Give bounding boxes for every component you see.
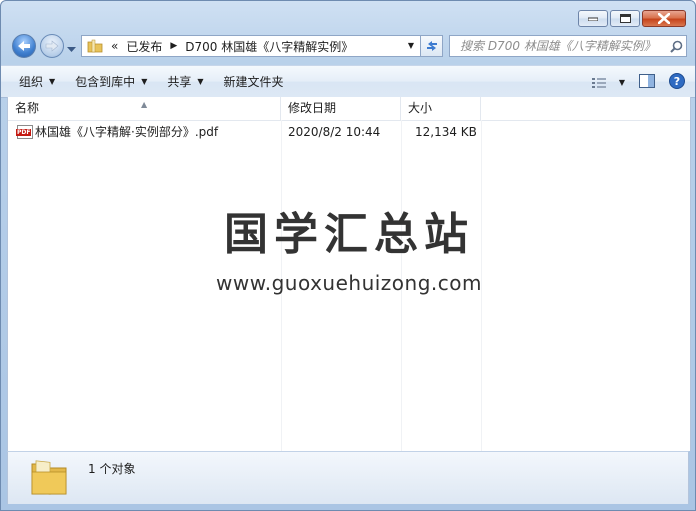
column-header-name-label: 名称	[15, 101, 40, 115]
preview-pane-icon	[639, 74, 655, 88]
explorer-window: « 已发布 ▶ D700 林国雄《八字精解实例》 ▼ 组织 ▼ 包含到库中 ▼	[0, 0, 696, 511]
share-label: 共享	[167, 75, 192, 89]
chevron-down-icon: ▼	[618, 78, 625, 87]
svg-text:?: ?	[674, 75, 680, 88]
arrow-left-icon	[18, 41, 30, 51]
file-date: 2020/8/2 10:44	[288, 125, 381, 139]
help-icon: ?	[669, 73, 685, 89]
column-header-size-label: 大小	[408, 101, 433, 115]
back-button[interactable]	[12, 34, 36, 58]
refresh-icon	[426, 41, 437, 51]
breadcrumb-item-current[interactable]: D700 林国雄《八字精解实例》	[185, 38, 353, 55]
column-header-name[interactable]: 名称 ▲	[8, 97, 281, 120]
maximize-icon	[619, 14, 631, 23]
forward-button[interactable]	[40, 34, 64, 58]
minimize-button[interactable]	[578, 10, 608, 27]
sort-ascending-icon: ▲	[141, 100, 148, 109]
view-controls: ▼ ?	[591, 73, 685, 92]
details-view-icon	[591, 77, 606, 88]
file-list-pane: 名称 ▲ 修改日期 大小 PDF 林国雄《八字精解·实例部分》.pdf 2020…	[7, 97, 691, 451]
chevron-down-icon: ▼	[49, 77, 56, 86]
column-header-size[interactable]: 大小	[401, 97, 481, 120]
address-dropdown-icon[interactable]: ▼	[408, 41, 414, 50]
search-box[interactable]	[449, 35, 687, 57]
folder-icon	[28, 456, 70, 501]
include-in-library-label: 包含到库中	[75, 75, 136, 89]
details-pane: 1 个对象	[7, 451, 689, 504]
breadcrumb-overflow[interactable]: «	[111, 39, 118, 53]
minimize-icon	[588, 17, 598, 21]
maximize-button[interactable]	[610, 10, 640, 27]
close-button[interactable]	[642, 10, 686, 27]
arrow-right-icon	[45, 40, 59, 52]
command-bar: 组织 ▼ 包含到库中 ▼ 共享 ▼ 新建文件夹 ▼ ?	[1, 65, 695, 98]
caption-buttons	[578, 10, 686, 27]
chevron-down-icon: ▼	[141, 77, 148, 86]
organize-label: 组织	[19, 75, 44, 89]
breadcrumb-separator-icon[interactable]: ▶	[170, 41, 177, 51]
search-input[interactable]	[458, 38, 666, 54]
close-icon	[658, 13, 670, 24]
help-button[interactable]: ?	[669, 73, 685, 92]
file-size: 12,134 KB	[415, 125, 477, 139]
watermark-url: www.guoxuehuizong.com	[216, 271, 482, 295]
navigation-bar: « 已发布 ▶ D700 林国雄《八字精解实例》 ▼	[9, 34, 687, 60]
folder-icon	[87, 39, 103, 53]
organize-menu[interactable]: 组织 ▼	[19, 73, 55, 90]
item-count: 1 个对象	[88, 462, 136, 476]
include-in-library-menu[interactable]: 包含到库中 ▼	[75, 73, 147, 90]
file-name: 林国雄《八字精解·实例部分》.pdf	[35, 125, 219, 139]
column-header-date[interactable]: 修改日期	[281, 97, 401, 120]
watermark-title: 国学汇总站	[224, 209, 474, 260]
new-folder-label: 新建文件夹	[223, 75, 284, 89]
breadcrumb-item-published[interactable]: 已发布	[126, 38, 162, 55]
file-row[interactable]: PDF 林国雄《八字精解·实例部分》.pdf 2020/8/2 10:44 12…	[8, 122, 508, 142]
pdf-icon: PDF	[16, 125, 33, 139]
new-folder-button[interactable]: 新建文件夹	[224, 73, 284, 90]
watermark: 国学汇总站 www.guoxuehuizong.com	[8, 209, 690, 295]
column-header-date-label: 修改日期	[288, 101, 337, 115]
address-bar[interactable]: « 已发布 ▶ D700 林国雄《八字精解实例》 ▼	[81, 35, 421, 57]
change-view-button[interactable]: ▼	[591, 76, 625, 90]
chevron-down-icon: ▼	[197, 77, 204, 86]
share-menu[interactable]: 共享 ▼	[167, 73, 203, 90]
recent-pages-button[interactable]	[67, 42, 76, 56]
column-header-row: 名称 ▲ 修改日期 大小	[8, 97, 690, 121]
refresh-button[interactable]	[421, 35, 443, 57]
chevron-down-icon	[67, 47, 76, 52]
search-icon[interactable]	[666, 40, 686, 53]
preview-pane-button[interactable]	[639, 74, 655, 91]
